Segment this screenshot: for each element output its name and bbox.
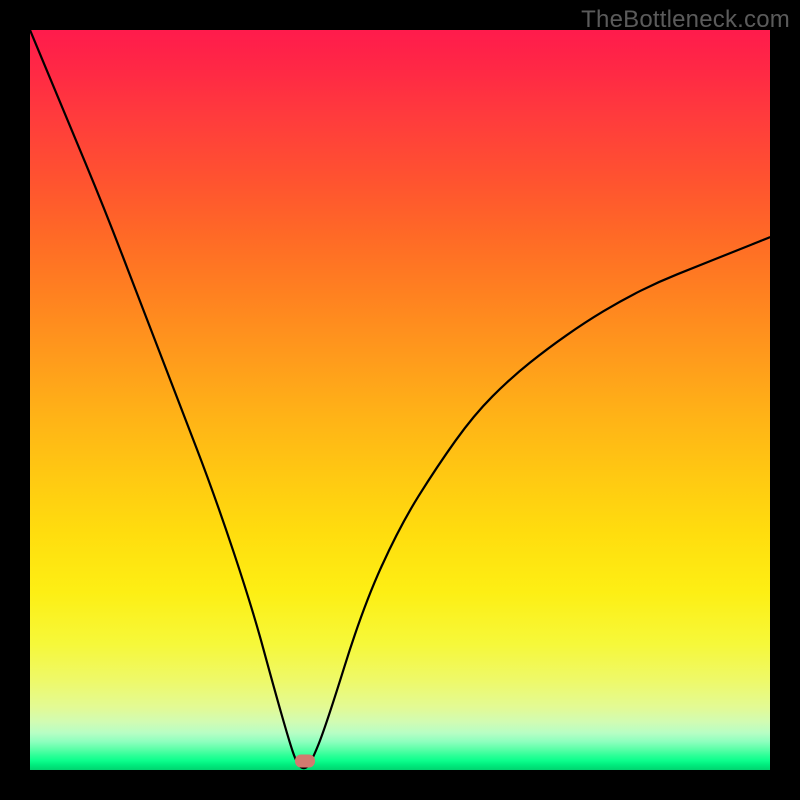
chart-frame: TheBottleneck.com — [0, 0, 800, 800]
bottleneck-curve — [30, 30, 770, 770]
plot-area — [30, 30, 770, 770]
attribution-text: TheBottleneck.com — [581, 6, 790, 34]
optimal-point-marker — [295, 755, 315, 768]
